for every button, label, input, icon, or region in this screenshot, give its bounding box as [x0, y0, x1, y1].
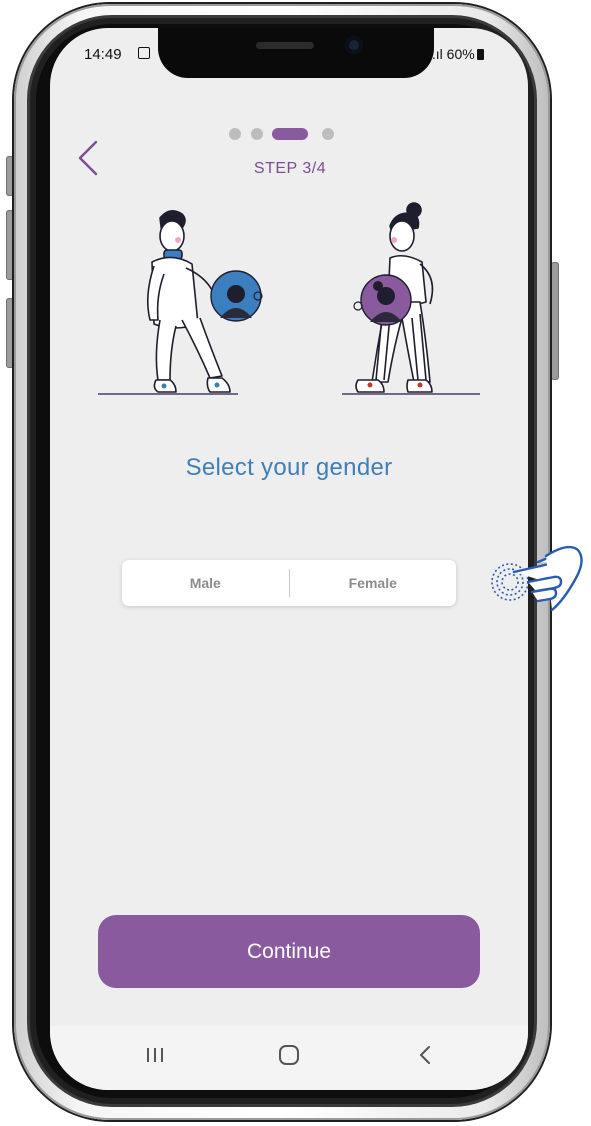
battery-icon — [476, 49, 484, 60]
gender-selector: Male Female — [122, 560, 456, 606]
female-avatar-disc — [353, 274, 412, 326]
earpiece-speaker — [256, 42, 314, 49]
step-dot-2 — [251, 128, 263, 140]
home-icon — [279, 1045, 299, 1065]
status-signal-battery: .ıl 60% — [428, 46, 484, 62]
step-dot-1 — [229, 128, 241, 140]
gender-illustration — [98, 202, 480, 395]
power-button — [551, 262, 559, 380]
volume-down-button — [6, 210, 14, 280]
gallery-notification-icon — [138, 47, 150, 59]
continue-button-label: Continue — [246, 939, 332, 963]
front-camera — [345, 36, 363, 54]
step-dot-3-active — [272, 128, 308, 140]
back-button[interactable] — [74, 138, 104, 178]
nav-back-button[interactable] — [410, 1040, 440, 1070]
recents-icon — [147, 1048, 163, 1062]
camera-notch — [158, 28, 434, 78]
chevron-left-icon — [78, 140, 98, 176]
nav-back-icon — [420, 1046, 430, 1064]
step-dot-4 — [322, 128, 334, 140]
tap-hint-hand-icon — [491, 545, 583, 612]
system-navigation-bar — [50, 1026, 528, 1090]
male-avatar-disc — [210, 270, 263, 322]
nav-recents-button[interactable] — [140, 1040, 170, 1070]
nav-home-button[interactable] — [274, 1040, 304, 1070]
page-title: Select your gender — [185, 454, 393, 481]
phone-screen: 14:49 .ıl 60% STEP 3/4 Select your gende… — [50, 28, 528, 1090]
status-time: 14:49 — [84, 46, 122, 63]
device-mockup: 14:49 .ıl 60% STEP 3/4 Select your gende… — [0, 0, 591, 1126]
continue-button[interactable]: Continue — [98, 915, 480, 988]
gender-option-male[interactable]: Male — [122, 560, 289, 606]
step-label: STEP 3/4 — [253, 160, 327, 177]
step-progress-indicator — [229, 128, 334, 140]
volume-up-button — [6, 156, 14, 196]
gender-option-female[interactable]: Female — [290, 560, 457, 606]
bixby-button — [6, 298, 14, 368]
